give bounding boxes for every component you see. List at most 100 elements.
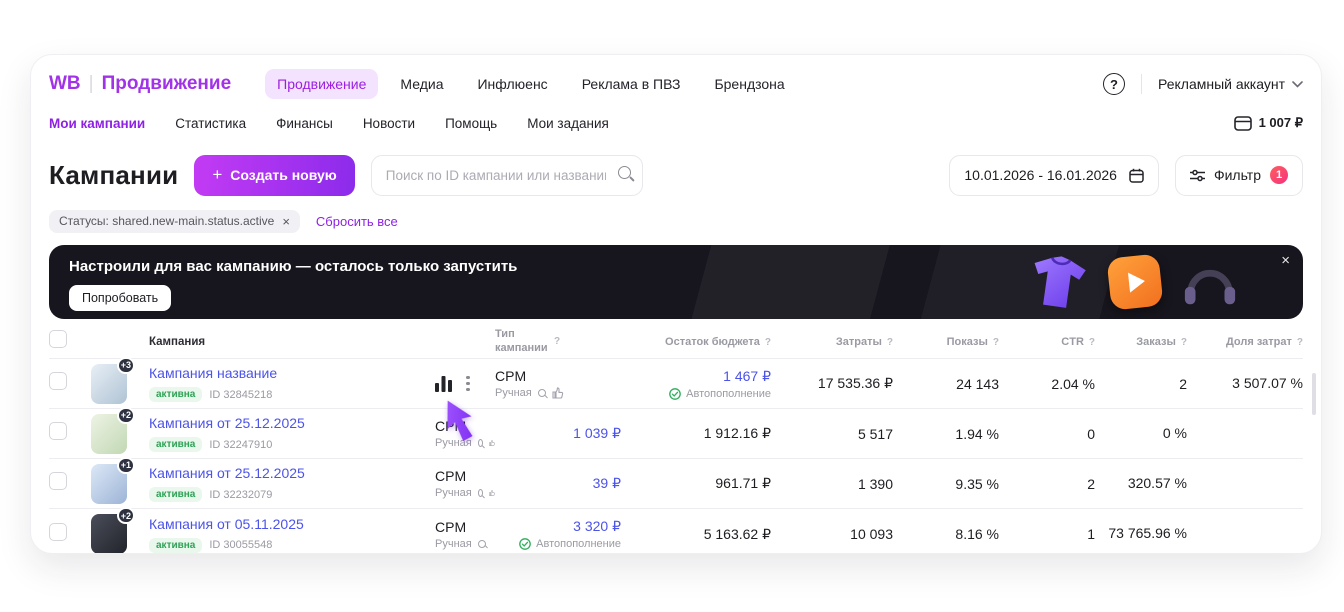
budget-remaining[interactable]: 1 467 ₽	[621, 368, 771, 385]
sub-navigation: Мои кампании Статистика Финансы Новости …	[49, 111, 1303, 135]
table-row[interactable]: +1 Кампания от 25.12.2025 активна ID 322…	[49, 459, 1303, 509]
date-range-picker[interactable]: 10.01.2026 - 16.01.2026	[949, 155, 1159, 196]
subnav-statistika[interactable]: Статистика	[175, 116, 246, 131]
campaign-name-link[interactable]: Кампания название	[149, 365, 277, 381]
vertical-divider	[1141, 74, 1142, 94]
campaign-id: ID 30055548	[209, 539, 272, 551]
subnav-moi-kampanii[interactable]: Мои кампании	[49, 116, 145, 131]
top-navigation: WB | Продвижение Продвижение Медиа Инфлю…	[49, 69, 1303, 99]
tab-prodvizhenie[interactable]: Продвижение	[265, 69, 378, 99]
thumb-count-badge: +2	[117, 507, 135, 524]
wallet-card-icon	[1234, 116, 1252, 131]
campaign-type: CPM	[435, 418, 495, 434]
row-menu-kebab-icon[interactable]	[464, 374, 472, 394]
thumb-count-badge: +1	[117, 457, 135, 474]
subnav-pomosch[interactable]: Помощь	[445, 116, 497, 131]
campaign-type: CPM	[435, 468, 495, 484]
status-filter-chip[interactable]: Статусы: shared.new-main.status.active ×	[49, 210, 300, 233]
filter-label: Фильтр	[1214, 167, 1261, 183]
campaign-name-link[interactable]: Кампания от 25.12.2025	[149, 415, 305, 431]
campaign-name-link[interactable]: Кампания от 25.12.2025	[149, 465, 305, 481]
table-scrollbar[interactable]	[1312, 373, 1316, 415]
campaign-type-mode: Ручная	[435, 487, 472, 499]
status-badge: активна	[149, 487, 202, 502]
search-placement-icon	[538, 389, 546, 397]
help-icon[interactable]: ?	[1297, 337, 1303, 348]
table-row[interactable]: +2 Кампания от 05.11.2025 активна ID 300…	[49, 509, 1303, 554]
views-value: 10 093	[771, 526, 893, 542]
campaign-id: ID 32247910	[209, 439, 272, 451]
toolbar: Кампании + Создать новую 10.01.2026 - 16…	[49, 153, 1303, 197]
autorefill-row: Автопополнение	[621, 388, 771, 400]
thumb-count-badge: +3	[117, 357, 135, 374]
autorefill-check-icon	[669, 388, 681, 400]
campaign-name-link[interactable]: Кампания от 05.11.2025	[149, 516, 304, 532]
row-checkbox[interactable]	[49, 372, 67, 390]
help-icon[interactable]: ?	[554, 336, 560, 347]
tshirt-icon	[1023, 249, 1092, 315]
row-checkbox[interactable]	[49, 523, 67, 541]
campaign-id: ID 32845218	[209, 389, 272, 401]
views-value: 5 517	[771, 426, 893, 442]
row-checkbox[interactable]	[49, 472, 67, 490]
date-range-value: 10.01.2026 - 16.01.2026	[964, 167, 1117, 183]
campaign-type: CPM	[435, 519, 495, 535]
costs-value: 17 535.36 ₽	[771, 375, 893, 392]
filter-count-badge: 1	[1270, 166, 1288, 184]
ctr-value: 8.16 %	[893, 526, 999, 542]
app-name: Продвижение	[102, 73, 232, 95]
status-badge: активна	[149, 387, 202, 402]
banner-artwork	[1027, 245, 1239, 319]
budget-remaining[interactable]: 39 ₽	[495, 475, 621, 492]
cost-share-value: 3 507.07 %	[1187, 375, 1303, 393]
row-checkbox[interactable]	[49, 422, 67, 440]
subnav-moi-zadaniya[interactable]: Мои задания	[527, 116, 609, 131]
search-input[interactable]	[371, 155, 643, 196]
table-header-row: Кампания Тип кампании? Остаток бюджета? …	[49, 325, 1303, 359]
budget-remaining[interactable]: 1 039 ₽	[495, 425, 621, 442]
account-label: Рекламный аккаунт	[1158, 76, 1285, 92]
campaign-id: ID 32232079	[209, 489, 272, 501]
calendar-icon	[1129, 168, 1144, 183]
promo-banner: Настроили для вас кампанию — осталось то…	[49, 245, 1303, 319]
account-selector[interactable]: Рекламный аккаунт	[1158, 76, 1303, 92]
filter-button[interactable]: Фильтр 1	[1175, 155, 1303, 196]
budget-remaining[interactable]: 3 320 ₽	[495, 518, 621, 535]
subnav-novosti[interactable]: Новости	[363, 116, 415, 131]
filter-sliders-icon	[1190, 169, 1205, 182]
col-views: Показы?	[893, 336, 999, 348]
tab-reklama-pvz[interactable]: Реклама в ПВЗ	[570, 69, 693, 99]
top-tabs: Продвижение Медиа Инфлюенс Реклама в ПВЗ…	[265, 69, 797, 99]
remove-filter-icon[interactable]: ×	[282, 214, 290, 229]
subnav-finansy[interactable]: Финансы	[276, 116, 333, 131]
views-value: 24 143	[893, 376, 999, 392]
brand: WB | Продвижение	[49, 73, 231, 95]
ctr-value: 9.35 %	[893, 476, 999, 492]
banner-close-icon[interactable]: ×	[1281, 252, 1290, 269]
campaign-type: CPM	[495, 368, 621, 384]
select-all-checkbox[interactable]	[49, 330, 67, 348]
table-row[interactable]: +2 Кампания от 25.12.2025 активна ID 322…	[49, 409, 1303, 459]
try-button[interactable]: Попробовать	[69, 285, 171, 311]
search-placement-icon	[478, 439, 483, 447]
account-balance[interactable]: 1 007 ₽	[1234, 115, 1303, 131]
table-row[interactable]: +3 Кампания название активна ID 32845218	[49, 359, 1303, 409]
plus-icon: +	[212, 165, 222, 185]
like-placement-icon	[552, 387, 564, 399]
tab-media[interactable]: Медиа	[388, 69, 455, 99]
tab-brendzona[interactable]: Брендзона	[702, 69, 796, 99]
cost-share-value: 0 %	[1095, 425, 1187, 443]
col-type: Тип кампании?	[495, 328, 621, 356]
reset-all-filters-link[interactable]: Сбросить все	[316, 214, 398, 229]
col-orders: Заказы?	[1095, 336, 1187, 348]
orders-value: 2	[999, 476, 1095, 492]
status-filter-label: Статусы: shared.new-main.status.active	[59, 214, 274, 228]
play-button-icon	[1106, 253, 1163, 310]
thumb-count-badge: +2	[117, 407, 135, 424]
create-campaign-button[interactable]: + Создать новую	[194, 155, 354, 196]
page-title: Кампании	[49, 160, 178, 191]
statistics-chart-icon[interactable]	[435, 376, 452, 392]
brand-divider: |	[89, 73, 94, 95]
tab-influens[interactable]: Инфлюенс	[465, 69, 559, 99]
help-icon[interactable]: ?	[1103, 73, 1125, 95]
